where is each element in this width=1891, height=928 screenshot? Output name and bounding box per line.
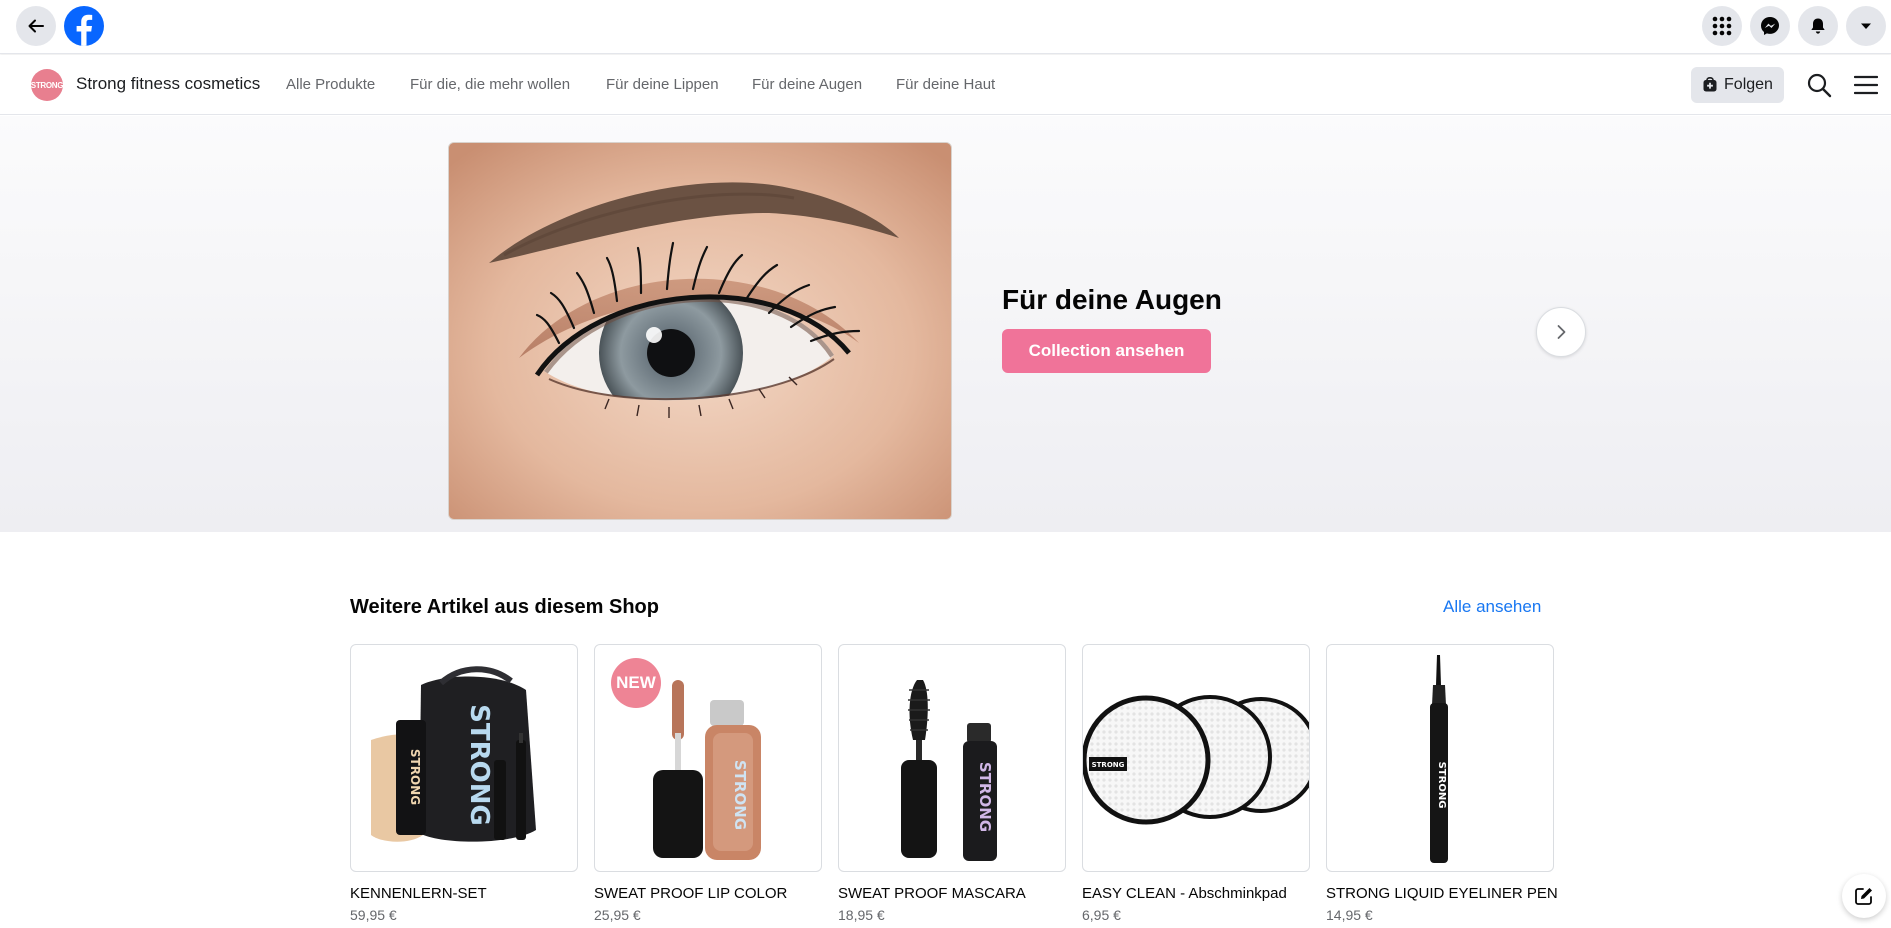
product-card[interactable]: STRONG STRONG KENNENLERN-SET 59,95 € <box>350 644 578 923</box>
product-image-abschminkpad[interactable]: STRONG <box>1082 644 1310 872</box>
eye-illustration <box>449 143 951 519</box>
product-image-kennenlern-set[interactable]: STRONG STRONG <box>350 644 578 872</box>
svg-text:STRONG: STRONG <box>464 704 494 826</box>
svg-text:STRONG: STRONG <box>408 749 422 805</box>
search-icon <box>1807 73 1832 98</box>
new-badge: NEW <box>611 658 661 708</box>
product-card[interactable]: STRONG EASY CLEAN - Abschminkpad 6,95 € <box>1082 644 1310 923</box>
notifications-bell-icon <box>1811 18 1825 34</box>
product-name[interactable]: STRONG LIQUID EYELINER PEN <box>1326 885 1558 902</box>
nav-link-augen[interactable]: Für deine Augen <box>752 76 862 93</box>
hamburger-menu-icon <box>1854 75 1878 95</box>
chevron-right-icon <box>1557 325 1566 339</box>
nav-link-lippen[interactable]: Für deine Lippen <box>606 76 719 93</box>
new-message-button[interactable] <box>1842 874 1886 918</box>
notifications-button[interactable] <box>1798 6 1838 46</box>
product-price: 59,95 € <box>350 907 397 923</box>
compose-icon <box>1855 888 1872 905</box>
facebook-logo-icon[interactable] <box>64 6 104 46</box>
product-image-lip-color[interactable]: NEW STRONG <box>594 644 822 872</box>
messenger-button[interactable] <box>1750 6 1790 46</box>
product-card[interactable]: STRONG STRONG LIQUID EYELINER PEN 14,95 … <box>1326 644 1558 923</box>
product-price: 14,95 € <box>1326 907 1373 923</box>
shop-avatar[interactable]: STRONG <box>31 69 64 101</box>
hero-next-button[interactable] <box>1536 307 1586 357</box>
product-card[interactable]: STRONG SWEAT PROOF MASCARA 18,95 € <box>838 644 1066 923</box>
shop-name[interactable]: Strong fitness cosmetics <box>76 74 260 94</box>
kennenlern-set-illustration: STRONG STRONG <box>371 666 536 842</box>
eyeliner-illustration: STRONG <box>1430 655 1448 863</box>
follow-button[interactable]: Folgen <box>1691 67 1784 103</box>
grid-menu-icon <box>1712 16 1732 36</box>
product-image-mascara[interactable]: STRONG <box>838 644 1066 872</box>
nav-link-alle-produkte[interactable]: Alle Produkte <box>286 76 375 93</box>
svg-text:STRONG: STRONG <box>731 760 749 830</box>
svg-text:STRONG: STRONG <box>976 762 994 832</box>
back-button[interactable] <box>16 6 56 46</box>
account-caret-icon <box>1861 23 1871 29</box>
collection-button[interactable]: Collection ansehen <box>1002 329 1211 373</box>
menu-grid-button[interactable] <box>1702 6 1742 46</box>
product-name[interactable]: KENNENLERN-SET <box>350 885 578 902</box>
follow-shop-icon <box>1703 77 1717 92</box>
product-name[interactable]: SWEAT PROOF LIP COLOR <box>594 885 822 902</box>
follow-label: Folgen <box>1724 76 1773 93</box>
product-name[interactable]: EASY CLEAN - Abschminkpad <box>1082 885 1310 902</box>
shop-menu-button[interactable] <box>1849 68 1883 102</box>
product-card[interactable]: NEW STRONG SWEAT PROOF LIP COLOR 25,95 € <box>594 644 822 923</box>
svg-text:STRONG: STRONG <box>1092 761 1125 769</box>
makeup-pad-illustration: STRONG <box>1083 695 1309 825</box>
account-menu-button[interactable] <box>1846 6 1886 46</box>
hero-title: Für deine Augen <box>1002 284 1222 315</box>
svg-text:STRONG: STRONG <box>1436 762 1447 809</box>
shop-navigation-bar: STRONG Strong fitness cosmetics Alle Pro… <box>0 55 1891 115</box>
nav-link-mehr-wollen[interactable]: Für die, die mehr wollen <box>410 76 570 93</box>
shop-search-button[interactable] <box>1802 68 1836 102</box>
nav-link-haut[interactable]: Für deine Haut <box>896 76 995 93</box>
arrow-left-icon <box>28 19 44 33</box>
product-name[interactable]: SWEAT PROOF MASCARA <box>838 885 1066 902</box>
facebook-top-bar <box>0 0 1891 54</box>
more-items-title: Weitere Artikel aus diesem Shop <box>350 596 659 618</box>
product-price: 25,95 € <box>594 907 641 923</box>
mascara-illustration: STRONG <box>901 680 997 861</box>
hero-eye-image[interactable] <box>448 142 952 520</box>
product-price: 18,95 € <box>838 907 885 923</box>
see-all-link[interactable]: Alle ansehen <box>1443 597 1541 617</box>
product-price: 6,95 € <box>1082 907 1121 923</box>
product-image-eyeliner[interactable]: STRONG <box>1326 644 1554 872</box>
hero-banner: Für deine Augen Collection ansehen <box>0 116 1891 532</box>
messenger-icon <box>1761 17 1779 35</box>
